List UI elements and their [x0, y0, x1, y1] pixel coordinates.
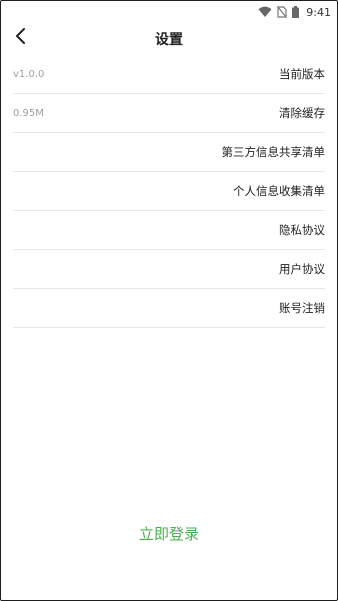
privacy-label: 隐私协议: [279, 223, 325, 237]
clear-cache-label: 清除缓存: [279, 106, 325, 120]
status-time: 9:41: [306, 5, 331, 19]
login-button[interactable]: 立即登录: [1, 523, 337, 544]
settings-row-personal-info[interactable]: 个人信息收集清单: [13, 172, 325, 211]
version-value: v1.0.0: [13, 68, 45, 80]
third-party-sharing-label: 第三方信息共享清单: [221, 145, 326, 159]
settings-row-third-party-sharing[interactable]: 第三方信息共享清单: [13, 133, 325, 172]
settings-row-privacy[interactable]: 隐私协议: [13, 211, 325, 250]
settings-row-user-agreement[interactable]: 用户协议: [13, 250, 325, 289]
wifi-icon: [258, 3, 272, 22]
version-label: 当前版本: [279, 67, 325, 81]
app-window: 9:41 设置 v1.0.0 当前版本 0.95M 清除缓存 第三方信息共享清单…: [0, 0, 338, 601]
settings-row-version[interactable]: v1.0.0 当前版本: [13, 55, 325, 94]
status-bar: 9:41: [1, 1, 337, 23]
settings-list: v1.0.0 当前版本 0.95M 清除缓存 第三方信息共享清单 个人信息收集清…: [13, 55, 325, 328]
user-agreement-label: 用户协议: [279, 262, 325, 276]
personal-info-label: 个人信息收集清单: [233, 184, 325, 198]
cache-size-value: 0.95M: [13, 107, 44, 119]
title-bar: 设置: [1, 23, 337, 53]
delete-account-label: 账号注销: [279, 301, 325, 315]
settings-row-clear-cache[interactable]: 0.95M 清除缓存: [13, 94, 325, 133]
no-sim-icon: [277, 3, 288, 22]
battery-icon: [292, 3, 300, 22]
settings-row-delete-account[interactable]: 账号注销: [13, 289, 325, 328]
status-icons: 9:41: [258, 4, 331, 20]
page-title: 设置: [155, 32, 183, 48]
